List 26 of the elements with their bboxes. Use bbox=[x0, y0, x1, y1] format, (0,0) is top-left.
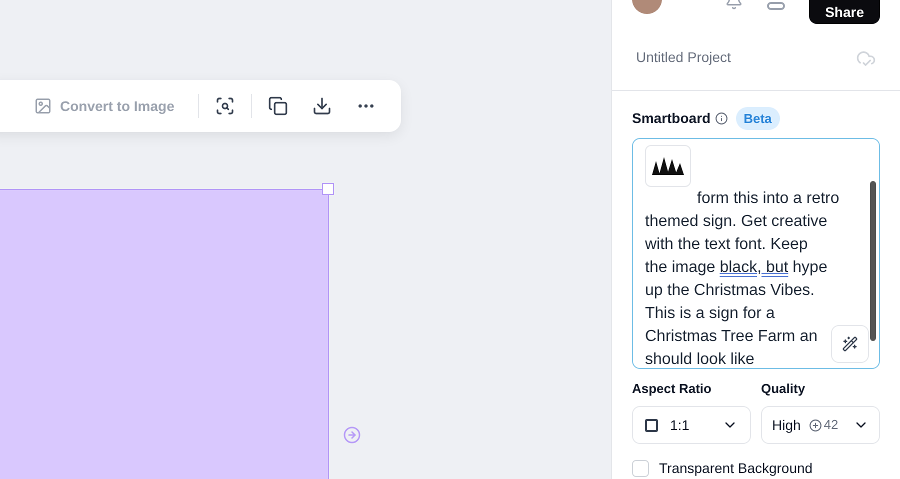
transparent-background-checkbox[interactable] bbox=[632, 460, 649, 477]
credit-icon bbox=[808, 418, 822, 432]
credit-count: 42 bbox=[824, 416, 838, 434]
resize-handle[interactable] bbox=[322, 183, 334, 195]
share-button[interactable]: Share bbox=[809, 0, 880, 24]
square-icon bbox=[645, 418, 658, 432]
magic-wand-button[interactable] bbox=[831, 325, 869, 364]
scrollbar[interactable] bbox=[870, 181, 876, 342]
quality-label: Quality bbox=[761, 380, 806, 398]
info-icon[interactable] bbox=[714, 112, 728, 125]
toggle-icon[interactable] bbox=[767, 2, 786, 10]
copy-icon[interactable] bbox=[268, 96, 288, 116]
image-icon bbox=[34, 97, 52, 115]
download-icon[interactable] bbox=[312, 96, 332, 116]
aspect-ratio-select[interactable]: 1:1 bbox=[632, 406, 751, 444]
aspect-ratio-label: Aspect Ratio bbox=[632, 380, 712, 398]
transparent-background-label: Transparent Background bbox=[659, 459, 813, 478]
project-title[interactable]: Untitled Project bbox=[636, 47, 731, 68]
magic-wand-icon bbox=[842, 336, 858, 352]
prompt-text: form this into a retro themed sign. Get creative with the text font. Keep the image black, but hype up the Christmas Vibes. This is a sign for a Christmas Tree Farm an should look like bbox=[645, 189, 840, 368]
quality-value: High bbox=[772, 416, 801, 435]
quality-select[interactable]: High 42 bbox=[761, 406, 880, 444]
beta-badge: Beta bbox=[736, 106, 780, 130]
arrow-right-icon[interactable] bbox=[343, 426, 361, 444]
prompt-field[interactable]: form this into a retro themed sign. Get creative with the text font. Keep the image black, but hype up the Christmas Vibes. This is a sign for a Christmas Tree Farm an should look like bbox=[632, 138, 880, 368]
smartboard-title: Smartboard bbox=[632, 108, 711, 128]
